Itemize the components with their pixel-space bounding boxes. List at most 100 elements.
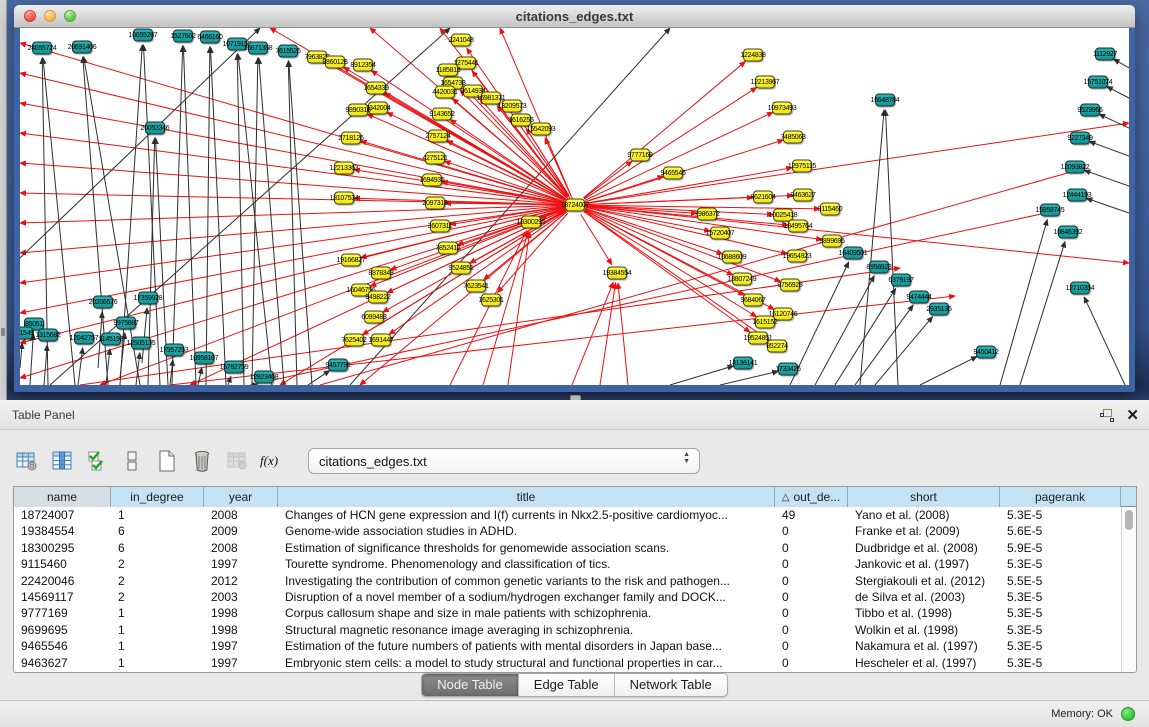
network-node[interactable]: 12505135 [131, 337, 151, 350]
table-settings-icon[interactable] [14, 447, 40, 475]
table-cell[interactable]: 2008 [204, 507, 278, 523]
table-cell[interactable]: 0 [775, 655, 848, 671]
table-cell[interactable]: 0 [775, 605, 848, 621]
function-builder-icon[interactable]: f(x) [259, 447, 285, 475]
network-node[interactable]: 9463627 [793, 189, 813, 202]
table-cell[interactable]: Genome-wide association studies in ADHD. [278, 523, 775, 539]
network-node[interactable]: 2757124 [428, 130, 448, 143]
table-cell[interactable]: Yano et al. (2008) [848, 507, 1000, 523]
table-cell[interactable]: 2009 [204, 523, 278, 539]
table-cell[interactable]: Changes of HCN gene expression and I(f) … [278, 507, 775, 523]
network-node[interactable]: 19166827 [341, 254, 361, 267]
network-node[interactable]: 20053346 [145, 122, 165, 135]
network-node[interactable]: 9115460 [820, 203, 840, 216]
table-cell[interactable]: Tibbo et al. (1998) [848, 605, 1000, 621]
network-node[interactable]: 7485063 [783, 131, 803, 144]
network-node[interactable]: 6099483 [364, 311, 384, 324]
show-columns-icon[interactable] [49, 447, 75, 475]
table-cell[interactable]: 5.3E-5 [1000, 556, 1121, 572]
table-row[interactable]: 911546021997Tourette syndrome. Phenomeno… [14, 556, 1121, 572]
tab-network-table[interactable]: Network Table [615, 674, 727, 696]
column-header-in_degree[interactable]: in_degree [111, 487, 204, 507]
network-node[interactable]: 12923468 [254, 371, 274, 384]
table-cell[interactable]: 5.3E-5 [1000, 605, 1121, 621]
network-node[interactable]: 9457791 [328, 359, 348, 372]
network-node[interactable]: 852274 [767, 340, 787, 353]
network-node[interactable]: 20206576 [93, 296, 113, 309]
network-window-titlebar[interactable]: citations_edges.txt [14, 5, 1135, 28]
network-node[interactable]: 18300295 [521, 216, 541, 229]
network-node[interactable]: 18495764 [788, 220, 808, 233]
network-node[interactable]: 24055724 [32, 42, 52, 55]
network-node[interactable]: 1691447 [371, 334, 391, 347]
network-node[interactable]: 9890318 [348, 104, 368, 117]
network-node[interactable]: 18107534 [334, 192, 354, 205]
table-cell[interactable]: Stergiakouli et al. (2012) [848, 573, 1000, 589]
network-node[interactable]: 17359928 [138, 292, 158, 305]
table-cell[interactable]: 1 [111, 605, 204, 621]
table-cell[interactable]: 9777169 [14, 605, 111, 621]
network-node[interactable]: 7852412 [438, 242, 458, 255]
network-node[interactable]: 2097313 [425, 197, 445, 210]
tab-edge-table[interactable]: Edge Table [519, 674, 615, 696]
network-node[interactable]: 9899695 [822, 235, 842, 248]
table-row[interactable]: 1830029562008Estimation of significance … [14, 540, 1121, 556]
network-node[interactable]: 9143652 [432, 108, 452, 121]
scrollbar-thumb[interactable] [1125, 510, 1133, 530]
network-node[interactable]: 15958745 [1040, 204, 1060, 217]
table-cell[interactable]: 0 [775, 622, 848, 638]
network-node[interactable]: 2241048 [451, 34, 471, 47]
table-cell[interactable]: de Silva et al. (2003) [848, 589, 1000, 605]
network-node[interactable]: 12975115 [792, 160, 812, 173]
column-header-short[interactable]: short [848, 487, 1000, 507]
network-node[interactable]: 1112927 [1095, 48, 1115, 61]
network-node[interactable]: 1315682 [38, 329, 58, 342]
network-node[interactable]: 2718126 [341, 132, 361, 145]
new-table-icon[interactable] [154, 447, 180, 475]
tab-node-table[interactable]: Node Table [422, 674, 519, 696]
table-cell[interactable]: 5.3E-5 [1000, 655, 1121, 671]
network-node[interactable]: 10655287 [133, 29, 153, 42]
table-cell[interactable]: Estimation of significance thresholds fo… [278, 540, 775, 556]
network-node[interactable]: 9465546 [663, 167, 683, 180]
network-node[interactable]: 7623541 [466, 280, 486, 293]
network-canvas[interactable]: 1872400718300295193845547963822986012889… [20, 28, 1129, 385]
table-cell[interactable]: 0 [775, 540, 848, 556]
network-node[interactable]: 1654339 [366, 82, 386, 95]
network-node[interactable]: 19384554 [607, 267, 627, 280]
network-node[interactable]: 15751074 [1088, 76, 1108, 89]
network-node[interactable]: 1145193 [101, 333, 121, 346]
table-cell[interactable]: 9463627 [14, 655, 111, 671]
import-table-icon[interactable] [224, 447, 250, 475]
close-icon[interactable]: ✕ [1126, 408, 1139, 423]
network-node[interactable]: 9684067 [743, 294, 763, 307]
table-cell[interactable]: Estimation of the future numbers of pati… [278, 638, 775, 654]
table-cell[interactable]: Nakamura et al. (1997) [848, 638, 1000, 654]
network-node[interactable]: 15720407 [710, 227, 730, 240]
network-node[interactable]: 6379197 [891, 274, 911, 287]
table-cell[interactable]: 2 [111, 556, 204, 572]
table-cell[interactable]: 0 [775, 556, 848, 572]
table-cell[interactable]: 18724007 [14, 507, 111, 523]
table-cell[interactable]: Jankovic et al. (1997) [848, 556, 1000, 572]
network-node[interactable]: 1615152 [755, 316, 775, 329]
select-all-icon[interactable] [84, 447, 110, 475]
table-cell[interactable]: 5.3E-5 [1000, 622, 1121, 638]
network-node[interactable]: 9450412 [976, 346, 996, 359]
network-node[interactable]: 18724007 [565, 199, 585, 212]
table-cell[interactable]: 14569117 [14, 589, 111, 605]
network-node[interactable]: 8878343 [371, 267, 391, 280]
network-node[interactable]: 10973493 [772, 102, 792, 115]
column-header-pagerank[interactable]: pagerank [1000, 487, 1121, 507]
table-cell[interactable]: 0 [775, 638, 848, 654]
table-cell[interactable]: Disruption of a novel member of a sodium… [278, 589, 775, 605]
table-row[interactable]: 1456911722003Disruption of a novel membe… [14, 589, 1121, 605]
table-row[interactable]: 946362711997Embryonic stem cells: a mode… [14, 655, 1121, 671]
network-node[interactable]: 2935135 [929, 303, 949, 316]
network-node[interactable]: 8958923 [869, 261, 889, 274]
table-cell[interactable]: 1 [111, 507, 204, 523]
network-node[interactable]: 15542093 [531, 123, 551, 136]
network-node[interactable]: 9756928 [780, 279, 800, 292]
table-cell[interactable]: 1 [111, 655, 204, 671]
table-row[interactable]: 969969511998Structural magnetic resonanc… [14, 622, 1121, 638]
